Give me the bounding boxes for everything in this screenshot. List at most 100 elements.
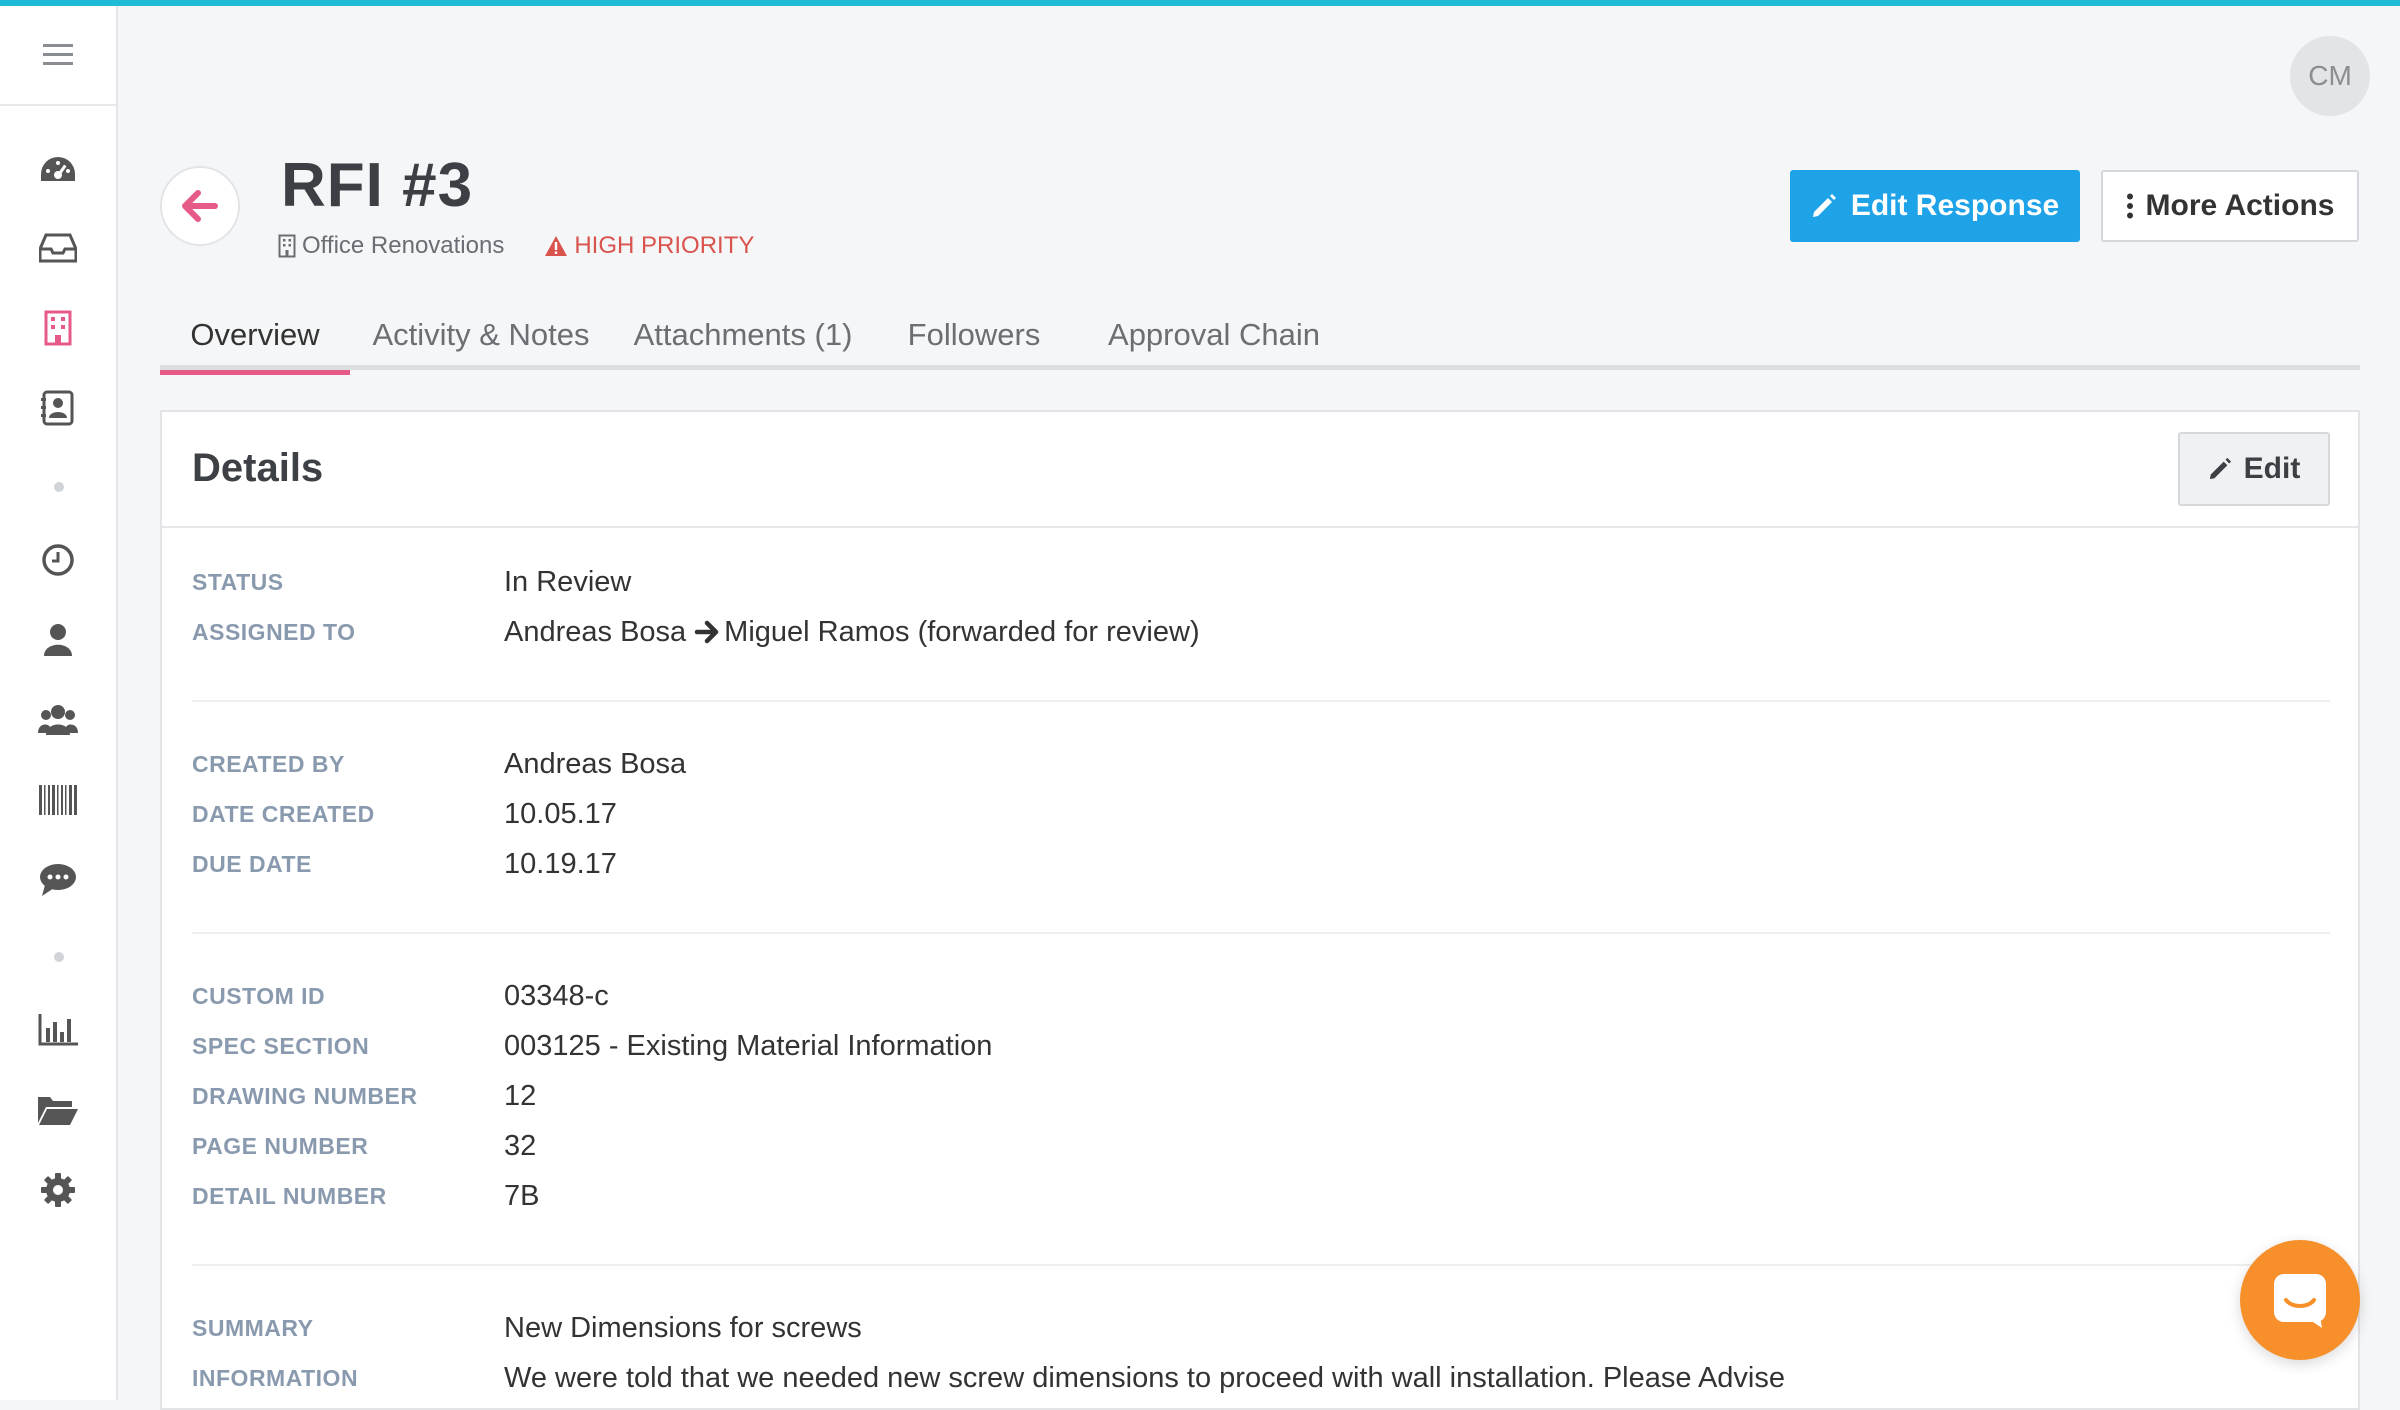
dashboard-icon: [41, 157, 75, 181]
sidebar-separator-dot: [54, 952, 64, 962]
field-custom-id: CUSTOM ID 03348-c: [192, 976, 2330, 1016]
sidebar-item-barcode[interactable]: [0, 772, 116, 828]
field-value: 003125 - Existing Material Information: [504, 1029, 993, 1062]
field-label: DATE CREATED: [192, 800, 375, 827]
top-accent-bar: [0, 0, 2400, 6]
field-label: SUMMARY: [192, 1314, 314, 1341]
gear-icon: [41, 1173, 75, 1207]
sidebar-item-files[interactable]: [0, 1082, 116, 1138]
assigned-to: Miguel Ramos (forwarded for review): [724, 615, 1200, 648]
field-value: We were told that we needed new screw di…: [504, 1361, 1785, 1394]
inbox-icon: [39, 233, 77, 263]
sidebar-separator-dot: [54, 482, 64, 492]
warning-icon: [545, 236, 568, 256]
field-page-number: PAGE NUMBER 32: [192, 1126, 2330, 1166]
field-value: Andreas Bosa: [504, 747, 687, 780]
chat-icon: [40, 864, 76, 896]
vertical-dots-icon: [2126, 193, 2133, 219]
tab-bar: Overview Activity & Notes Attachments (1…: [160, 300, 2360, 375]
field-value: 10.19.17: [504, 847, 617, 880]
subtitle-row: Office Renovations HIGH PRIORITY: [278, 232, 754, 260]
field-value: 7B: [504, 1179, 540, 1212]
field-assigned-to: ASSIGNED TO Andreas Bosa Miguel Ramos (f…: [192, 612, 2330, 652]
field-value: 32: [504, 1129, 537, 1162]
priority-badge: HIGH PRIORITY: [544, 232, 754, 260]
divider: [192, 1264, 2330, 1266]
tab-attachments[interactable]: Attachments (1): [612, 300, 874, 370]
divider: [192, 700, 2330, 702]
field-information: INFORMATION We were told that we needed …: [192, 1358, 2330, 1398]
assigned-from: Andreas Bosa: [504, 615, 687, 648]
more-actions-label: More Actions: [2145, 189, 2335, 222]
field-detail-number: DETAIL NUMBER 7B: [192, 1176, 2330, 1216]
contacts-icon: [41, 390, 74, 426]
tab-followers[interactable]: Followers: [874, 300, 1074, 370]
sidebar-item-reports[interactable]: [0, 1002, 116, 1058]
field-value: 12: [504, 1079, 537, 1112]
details-card-header: Details Edit: [162, 412, 2358, 528]
field-created-by: CREATED BY Andreas Bosa: [192, 744, 2330, 784]
building-icon: [44, 310, 72, 346]
sidebar-item-user[interactable]: [0, 612, 116, 668]
back-button[interactable]: [160, 166, 240, 246]
chat-widget-button[interactable]: [2240, 1240, 2360, 1360]
field-value: 03348-c: [504, 979, 609, 1012]
edit-details-button[interactable]: Edit: [2178, 432, 2330, 506]
sidebar-item-contacts[interactable]: [0, 380, 116, 436]
more-actions-button[interactable]: More Actions: [2101, 170, 2359, 242]
arrow-left-icon: [182, 190, 218, 222]
page-title: RFI #3: [281, 151, 474, 220]
field-value: 10.05.17: [504, 797, 617, 830]
sidebar-item-team[interactable]: [0, 692, 116, 748]
building-icon: [278, 234, 296, 258]
field-label: DETAIL NUMBER: [192, 1182, 387, 1209]
field-label: SPEC SECTION: [192, 1032, 370, 1059]
field-label: DUE DATE: [192, 850, 312, 877]
edit-response-button[interactable]: Edit Response: [1790, 170, 2080, 242]
divider: [192, 932, 2330, 934]
sidebar-item-time[interactable]: [0, 532, 116, 588]
clock-icon: [42, 544, 74, 576]
field-spec-section: SPEC SECTION 003125 - Existing Material …: [192, 1026, 2330, 1066]
details-title: Details: [192, 446, 324, 490]
project-link[interactable]: Office Renovations: [278, 232, 504, 260]
details-card: Details Edit STATUS In Review ASSIGNED T…: [160, 410, 2360, 1410]
menu-icon: [43, 44, 73, 65]
menu-button[interactable]: [0, 6, 116, 106]
field-label: INFORMATION: [192, 1364, 359, 1391]
field-status: STATUS In Review: [192, 562, 2330, 602]
field-date-created: DATE CREATED 10.05.17: [192, 794, 2330, 834]
field-label: DRAWING NUMBER: [192, 1082, 418, 1109]
sidebar-item-messages[interactable]: [0, 852, 116, 908]
field-label: CREATED BY: [192, 750, 345, 777]
chat-bubble-icon: [2274, 1274, 2326, 1328]
sidebar: [0, 6, 118, 1400]
field-label: PAGE NUMBER: [192, 1132, 369, 1159]
pencil-icon: [2209, 457, 2231, 480]
barcode-icon: [39, 785, 77, 815]
priority-label: HIGH PRIORITY: [574, 232, 755, 259]
pencil-icon: [1812, 194, 1836, 217]
field-drawing-number: DRAWING NUMBER 12: [192, 1076, 2330, 1116]
field-value: New Dimensions for screws: [504, 1311, 862, 1344]
field-value: In Review: [504, 565, 632, 598]
sidebar-item-projects[interactable]: [0, 300, 116, 356]
tab-overview[interactable]: Overview: [160, 300, 350, 375]
tab-approval-chain[interactable]: Approval Chain: [1074, 300, 1354, 370]
folder-icon: [38, 1097, 78, 1125]
field-label: STATUS: [192, 568, 284, 595]
sidebar-item-settings[interactable]: [0, 1162, 116, 1218]
arrow-right-icon: [694, 620, 719, 644]
edit-response-label: Edit Response: [1850, 189, 2060, 222]
user-icon: [44, 624, 72, 656]
sidebar-item-dashboard[interactable]: [0, 142, 116, 198]
team-icon: [38, 705, 78, 735]
user-avatar[interactable]: CM: [2290, 36, 2370, 116]
sidebar-item-inbox[interactable]: [0, 220, 116, 276]
field-due-date: DUE DATE 10.19.17: [192, 844, 2330, 884]
field-value: Andreas Bosa Miguel Ramos (forwarded for…: [504, 616, 1200, 649]
project-name: Office Renovations: [302, 232, 505, 259]
field-label: ASSIGNED TO: [192, 618, 356, 645]
edit-details-label: Edit: [2243, 452, 2301, 485]
tab-activity-notes[interactable]: Activity & Notes: [350, 300, 612, 370]
